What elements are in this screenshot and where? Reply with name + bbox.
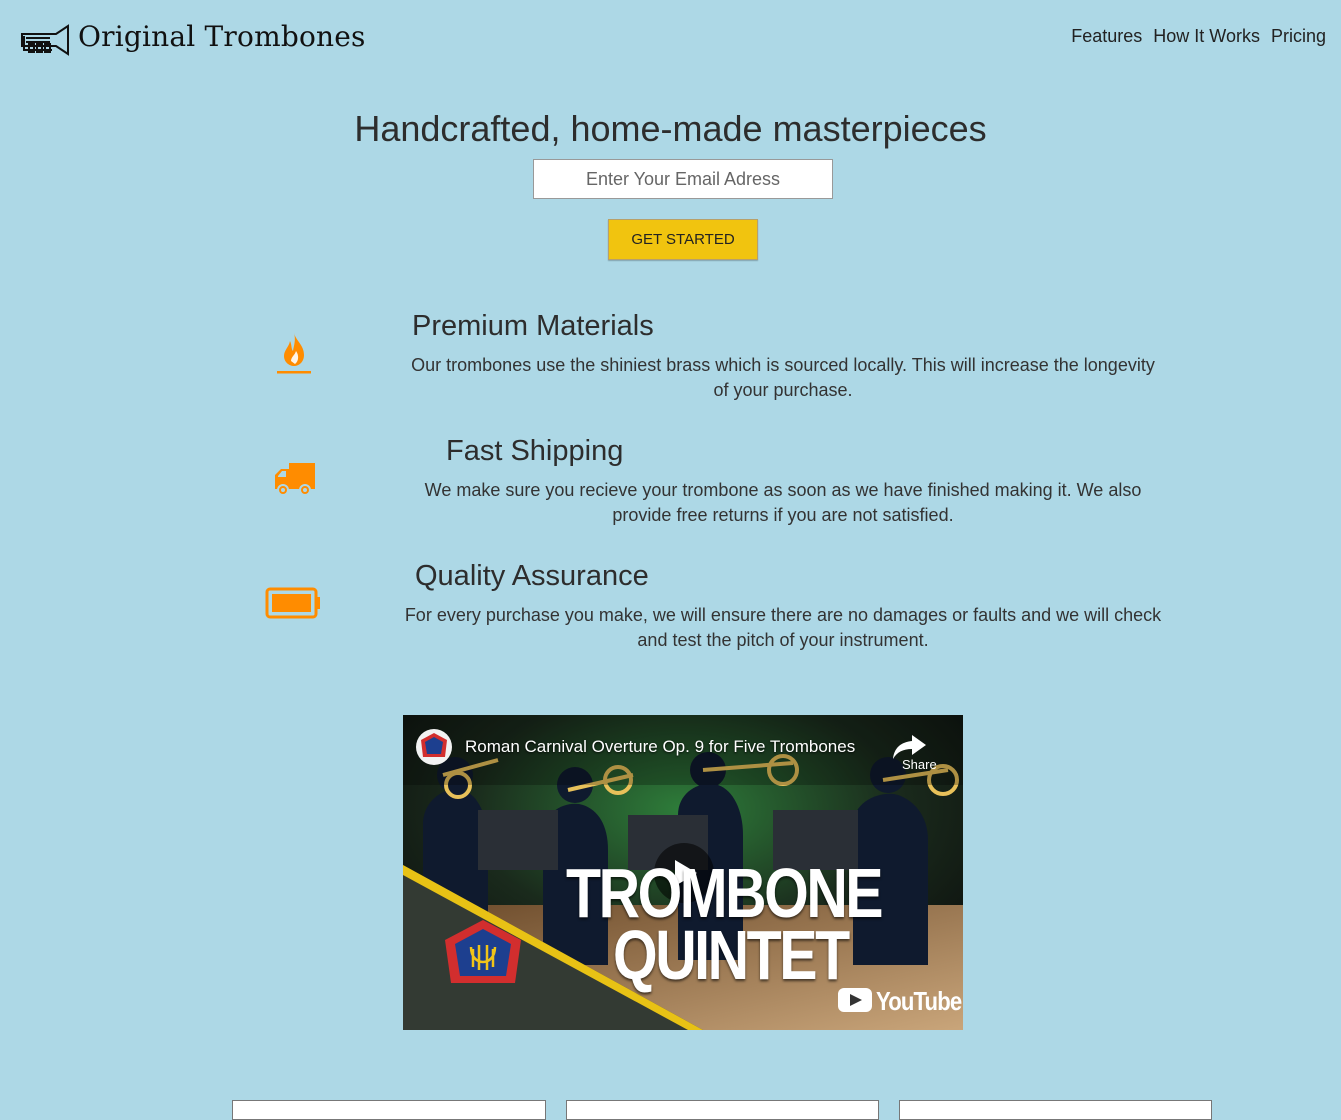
pricing-card [566,1100,879,1120]
get-started-button[interactable]: GET STARTED [608,219,758,260]
video-title[interactable]: Roman Carnival Overture Op. 9 for Five T… [465,737,855,757]
main-nav: Features How It Works Pricing [1065,26,1326,47]
hero-title: Handcrafted, home-made masterpieces [354,108,987,149]
share-label[interactable]: Share [902,757,937,772]
feature-desc-line: For every purchase you make, we will ens… [404,605,1162,625]
feature-desc-line: Our trombones use the shiniest brass whi… [411,355,1155,375]
thumbnail-text-line-2: QUINTET [613,916,850,994]
feature-title-premium-materials: Premium Materials [412,310,654,342]
battery-full-icon [265,587,323,626]
video-embed[interactable]: Roman Carnival Overture Op. 9 for Five T… [403,715,963,1030]
nav-link-features[interactable]: Features [1071,26,1142,46]
youtube-logo-label[interactable]: YouTube [876,986,962,1017]
feature-desc-fast-shipping: We make sure you recieve your trombone a… [398,478,1168,528]
feature-desc-line: of your purchase. [713,380,853,400]
pricing-card [899,1100,1212,1120]
pricing-card [232,1100,546,1120]
feature-desc-line: We make sure you recieve your trombone a… [424,480,1142,500]
nav-link-how-it-works[interactable]: How It Works [1153,26,1260,46]
nav-link-pricing[interactable]: Pricing [1271,26,1326,46]
fire-icon [276,331,312,380]
email-input[interactable] [533,159,833,199]
feature-desc-premium-materials: Our trombones use the shiniest brass whi… [398,353,1168,403]
site-header: Original Trombones Features How It Works… [0,0,1341,80]
feature-title-fast-shipping: Fast Shipping [446,435,624,467]
feature-desc-quality-assurance: For every purchase you make, we will ens… [398,603,1168,653]
feature-title-quality-assurance: Quality Assurance [415,560,649,592]
truck-icon [273,461,317,502]
feature-desc-line: and test the pitch of your instrument. [637,630,929,650]
brand-name: Original Trombones [78,20,366,53]
feature-desc-line: provide free returns if you are not sati… [612,505,954,525]
trumpet-logo-icon[interactable] [20,24,70,61]
